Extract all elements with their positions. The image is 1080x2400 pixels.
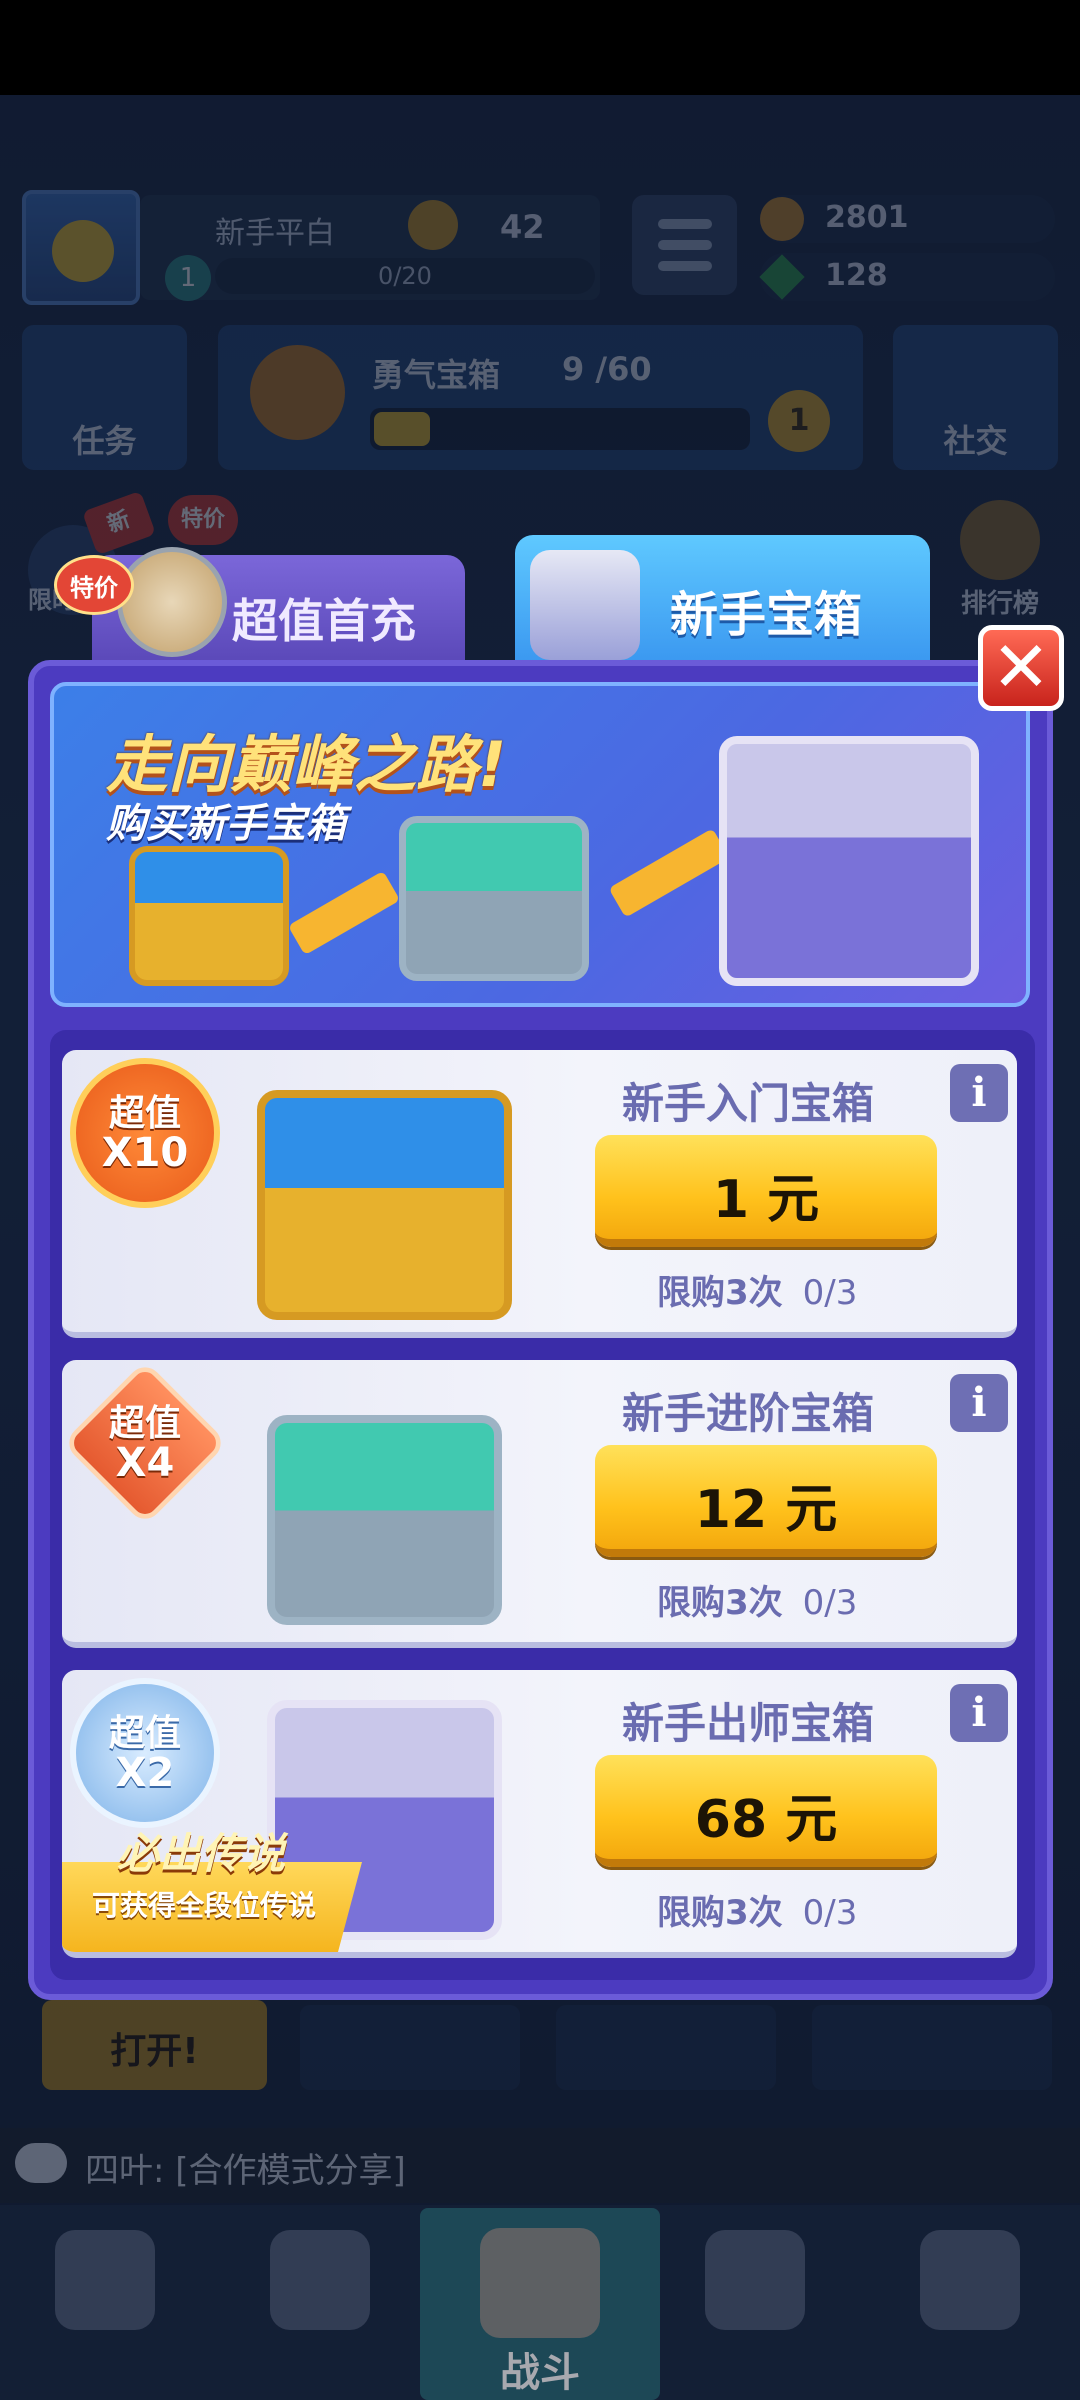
price-label: 12 元 <box>694 1480 838 1540</box>
value-badge-multiplier: X4 <box>115 1440 175 1486</box>
value-badge-multiplier: X2 <box>115 1750 175 1796</box>
teal-chest-icon <box>267 1415 502 1625</box>
value-badge: 超值 X10 <box>70 1058 220 1208</box>
buy-button[interactable]: 68 元 <box>595 1755 937 1867</box>
offer-card: 超值 X10 新手入门宝箱 i 1 元 限购3次 0/3 <box>62 1050 1017 1338</box>
tab-rookie-chest[interactable]: 新手宝箱 <box>515 535 930 665</box>
tab-rookie-chest-label: 新手宝箱 <box>670 587 863 643</box>
banner-subtitle: 购买新手宝箱 <box>106 801 346 847</box>
legend-ribbon-title: 必出传说 <box>117 1829 286 1878</box>
status-bar <box>0 0 1080 95</box>
buy-button[interactable]: 1 元 <box>595 1135 937 1247</box>
crown-chest-icon <box>719 736 979 986</box>
purchase-limit: 限购3次 0/3 <box>657 1893 858 1933</box>
value-badge-top: 超值 <box>108 1093 181 1134</box>
purchase-limit: 限购3次 0/3 <box>657 1583 858 1623</box>
buy-button[interactable]: 12 元 <box>595 1445 937 1557</box>
value-badge: 超值 X4 <box>62 1360 228 1526</box>
value-badge-top: 超值 <box>108 1403 181 1444</box>
offer-card: 超值 X4 新手进阶宝箱 i 12 元 限购3次 0/3 <box>62 1360 1017 1648</box>
price-label: 68 元 <box>694 1790 838 1850</box>
special-price-badge: 特价 <box>54 555 134 615</box>
promo-banner: 走向巅峰之路! 购买新手宝箱 <box>50 682 1030 1007</box>
purchase-limit: 限购3次 0/3 <box>657 1273 858 1313</box>
knight-icon <box>117 547 227 657</box>
legend-ribbon-subtitle: 可获得全段位传说 <box>92 1889 317 1922</box>
tab-first-recharge[interactable]: 特价 超值首充 <box>54 547 465 665</box>
tab-first-recharge-label: 超值首充 <box>232 594 416 648</box>
gold-chest-icon <box>129 846 289 986</box>
gold-chest-icon <box>257 1090 512 1320</box>
value-badge-multiplier: X10 <box>101 1130 189 1176</box>
arrow-up-right-icon <box>608 828 730 918</box>
info-icon[interactable]: i <box>950 1374 1008 1432</box>
value-badge: 超值 X2 <box>70 1678 220 1828</box>
close-button[interactable]: ✕ <box>978 625 1064 711</box>
info-icon[interactable]: i <box>950 1684 1008 1742</box>
teal-chest-icon <box>399 816 589 981</box>
offer-card: 超值 X2 可获得全段位传说 必出传说 新手出师宝箱 i 68 元 限购3次 0/… <box>62 1670 1017 1958</box>
info-icon[interactable]: i <box>950 1064 1008 1122</box>
value-badge-top: 超值 <box>108 1713 181 1754</box>
arrow-up-right-icon <box>287 870 401 956</box>
price-label: 1 元 <box>712 1170 820 1230</box>
crystal-chest-icon <box>530 550 640 660</box>
